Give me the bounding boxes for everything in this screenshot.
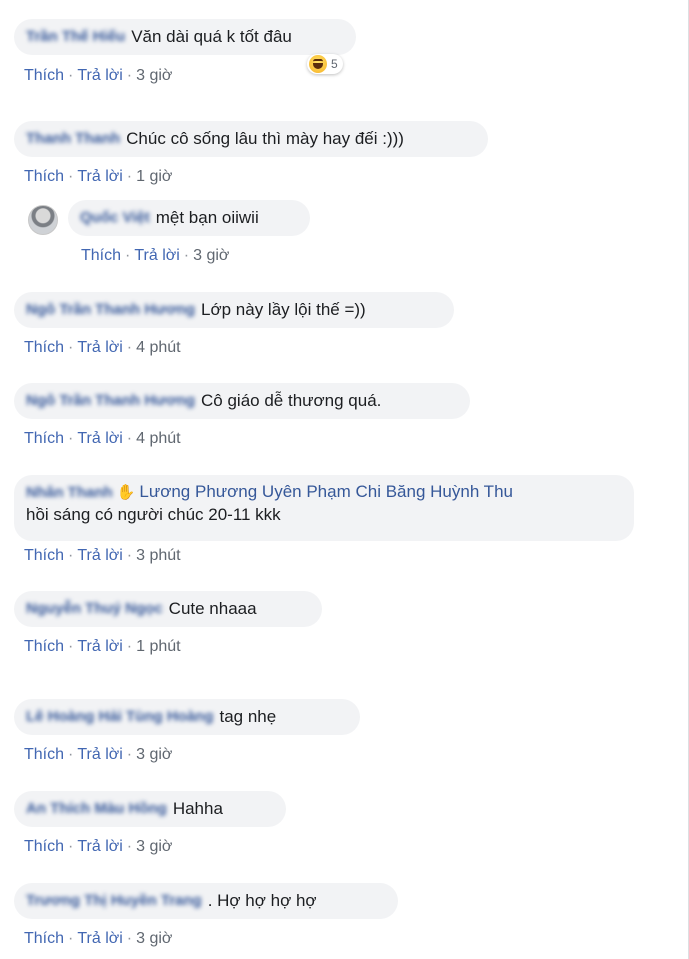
like-link[interactable]: Thích [24, 547, 64, 564]
comment-actions: Thích · Trả lời · 4 phút [24, 339, 181, 357]
comment-text: Lớp này lầy lội thế =)) [201, 300, 366, 319]
separator: · [126, 547, 133, 564]
tagged-people[interactable]: Lương Phương Uyên Phạm Chi Băng Huỳnh Th… [139, 482, 513, 501]
comment-timestamp[interactable]: 3 phút [136, 547, 180, 564]
like-link[interactable]: Thích [24, 339, 64, 356]
reaction-count: 5 [331, 57, 338, 71]
comment-author[interactable]: Trương Thị Huyền Trang [26, 890, 202, 912]
comment-bubble: Trần Thế Hiếu Văn dài quá k tốt đâu [14, 19, 356, 55]
separator: · [126, 168, 133, 185]
comment-text: hồi sáng có người chúc 20-11 kkk [26, 505, 281, 524]
separator: · [68, 838, 74, 855]
comment-author[interactable]: An Thích Màu Hồng [26, 798, 167, 820]
comment-bubble: Lê Hoàng Hải Tùng Hoàng tag nhẹ [14, 699, 360, 735]
comment-text: Chúc cô sống lâu thì mày hay đếi :))) [126, 129, 404, 148]
like-link[interactable]: Thích [24, 168, 64, 185]
comment-actions: Thích · Trả lời · 3 phút [24, 547, 181, 565]
comment-timestamp[interactable]: 4 phút [136, 430, 180, 447]
separator: · [68, 168, 74, 185]
separator: · [126, 430, 133, 447]
comment-timestamp[interactable]: 3 giờ [136, 838, 172, 855]
separator: · [68, 67, 74, 84]
comment-actions: Thích · Trả lời · 3 giờ [24, 838, 172, 856]
comment-bubble: Ngô Trần Thanh Hương Cô giáo dễ thương q… [14, 383, 470, 419]
like-link[interactable]: Thích [81, 247, 121, 264]
comment-author[interactable]: Ngô Trần Thanh Hương [26, 390, 195, 412]
comment-actions: Thích · Trả lời · 1 giờ [24, 168, 172, 186]
comment-actions: Thích · Trả lời · 3 giờ [81, 247, 229, 265]
comment-actions: Thích · Trả lời · 4 phút [24, 430, 181, 448]
comment-timestamp[interactable]: 3 giờ [136, 930, 172, 947]
comment-actions: Thích · Trả lời · 3 giờ [24, 930, 172, 948]
comment-text: mệt bạn oiiwii [155, 208, 259, 227]
comment-bubble: An Thích Màu Hồng Hahha [14, 791, 286, 827]
separator: · [68, 746, 74, 763]
comment-author[interactable]: Lê Hoàng Hải Tùng Hoàng [26, 706, 214, 728]
reply-link[interactable]: Trả lời [77, 930, 122, 947]
comment-author[interactable]: Trần Thế Hiếu [26, 26, 125, 48]
comment-author[interactable]: Thanh Thanh [26, 128, 120, 150]
reply-link[interactable]: Trả lời [77, 430, 122, 447]
separator: · [126, 930, 133, 947]
waving-hand-icon: ✋ [116, 484, 136, 501]
comment-author[interactable]: Ngô Trần Thanh Hương [26, 299, 195, 321]
separator: · [68, 339, 74, 356]
separator: · [126, 838, 133, 855]
separator: · [125, 247, 131, 264]
reply-link[interactable]: Trả lời [77, 547, 122, 564]
comment-author[interactable]: Quốc Việt [80, 207, 150, 229]
comment-actions: Thích · Trả lời · 3 giờ [24, 67, 172, 85]
comment-bubble: Nhân Thanh ✋ Lương Phương Uyên Phạm Chi Bă… [14, 475, 634, 541]
like-link[interactable]: Thích [24, 430, 64, 447]
like-link[interactable]: Thích [24, 638, 64, 655]
comment-author[interactable]: Nhân Thanh [26, 484, 113, 501]
comment-timestamp[interactable]: 1 phút [136, 638, 180, 655]
comment-bubble: Trương Thị Huyền Trang . Hợ hợ hợ hợ [14, 883, 398, 919]
reply-link[interactable]: Trả lời [77, 67, 122, 84]
comment-text: Hahha [172, 799, 223, 818]
comment-author[interactable]: Nguyễn Thuý Ngọc [26, 598, 163, 620]
comment-timestamp[interactable]: 3 giờ [136, 67, 172, 84]
separator: · [126, 339, 133, 356]
like-link[interactable]: Thích [24, 930, 64, 947]
like-link[interactable]: Thích [24, 838, 64, 855]
comment-timestamp[interactable]: 3 giờ [136, 746, 172, 763]
haha-emoji-icon [309, 55, 327, 73]
comment-actions: Thích · Trả lời · 3 giờ [24, 746, 172, 764]
comment-bubble: Quốc Việt mệt bạn oiiwii [68, 200, 310, 236]
comment-text: Văn dài quá k tốt đâu [131, 27, 292, 46]
reaction-summary[interactable]: 5 [307, 54, 343, 74]
separator: · [68, 430, 74, 447]
like-link[interactable]: Thích [24, 746, 64, 763]
reply-link[interactable]: Trả lời [77, 746, 122, 763]
separator: · [68, 638, 74, 655]
comment-timestamp[interactable]: 4 phút [136, 339, 180, 356]
comment-actions: Thích · Trả lời · 1 phút [24, 638, 181, 656]
comment-bubble: Thanh Thanh Chúc cô sống lâu thì mày hay… [14, 121, 488, 157]
comment-text: tag nhẹ [219, 707, 277, 726]
separator: · [183, 247, 190, 264]
comment-text: Cute nhaaa [168, 599, 257, 618]
separator: · [68, 547, 74, 564]
comment-bubble: Nguyễn Thuý Ngọc Cute nhaaa [14, 591, 322, 627]
separator: · [126, 638, 133, 655]
reply-link[interactable]: Trả lời [77, 339, 122, 356]
reply-link[interactable]: Trả lời [77, 838, 122, 855]
comment-timestamp[interactable]: 3 giờ [193, 247, 229, 264]
separator: · [126, 746, 133, 763]
avatar[interactable] [28, 205, 58, 235]
comment-text: Cô giáo dễ thương quá. [201, 391, 382, 410]
comment-timestamp[interactable]: 1 giờ [136, 168, 172, 185]
separator: · [126, 67, 133, 84]
separator: · [68, 930, 74, 947]
reply-link[interactable]: Trả lời [134, 247, 179, 264]
comment-text: . Hợ hợ hợ hợ [207, 891, 317, 910]
reply-link[interactable]: Trả lời [77, 168, 122, 185]
like-link[interactable]: Thích [24, 67, 64, 84]
comment-bubble: Ngô Trần Thanh Hương Lớp này lầy lội thế… [14, 292, 454, 328]
reply-link[interactable]: Trả lời [77, 638, 122, 655]
